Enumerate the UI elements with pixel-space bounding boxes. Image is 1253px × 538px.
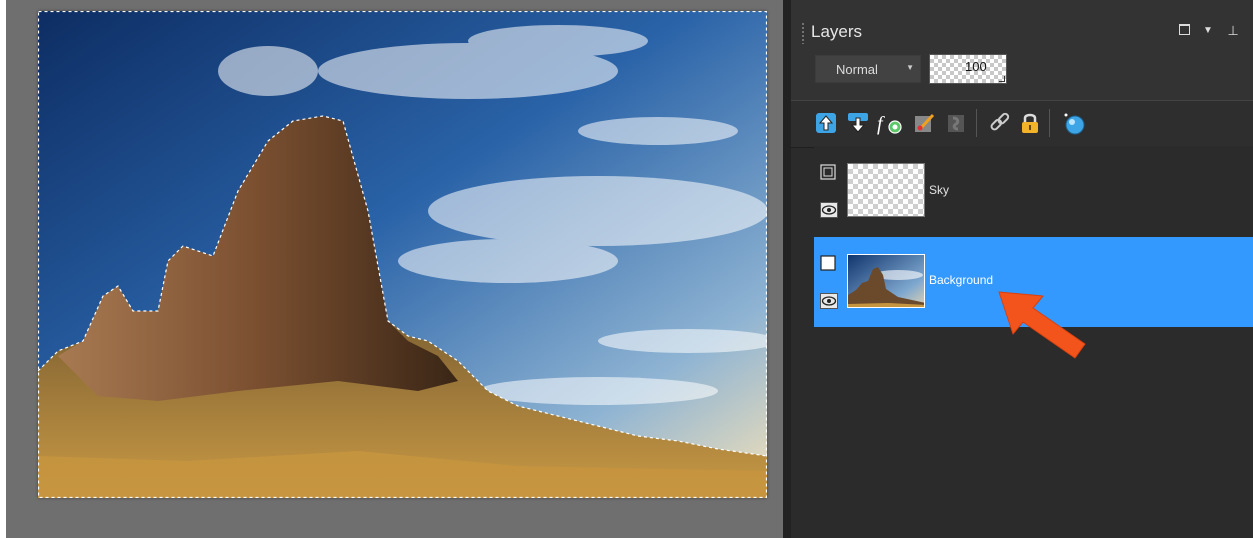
layer-name-sky: Sky	[929, 183, 950, 197]
eye-icon	[821, 296, 837, 306]
move-layer-up-icon[interactable]	[813, 110, 839, 136]
chevron-down-icon: ▼	[906, 63, 914, 72]
layer-name-background: Background	[929, 273, 994, 287]
canvas-workspace	[6, 0, 783, 538]
background-thumbnail-image	[848, 255, 924, 307]
create-clone-icon[interactable]	[1061, 110, 1087, 136]
maximize-icon	[1178, 24, 1190, 35]
layer-effects-icon[interactable]: f	[875, 110, 902, 136]
landscape-image	[38, 11, 767, 498]
move-layer-down-icon[interactable]	[845, 110, 871, 136]
toolbar-separator	[1049, 109, 1050, 137]
lock-layer-icon[interactable]	[1017, 110, 1043, 136]
visibility-toggle-sky[interactable]	[820, 202, 838, 218]
link-layer-icon[interactable]	[987, 110, 1013, 136]
opacity-input[interactable]: 100	[929, 54, 1007, 84]
annotation-arrow-icon	[998, 291, 1086, 359]
raster-layer-icon	[820, 164, 836, 180]
panel-grip-handle[interactable]	[801, 22, 805, 44]
layers-panel-header: Layers ▼ ⊥ Normal ▼ 100	[791, 0, 1253, 100]
layer-thumbnail-sky	[847, 163, 925, 217]
mask-icon[interactable]	[943, 110, 969, 136]
blend-mode-dropdown[interactable]: Normal ▼	[815, 55, 921, 83]
layers-toolbar: f	[791, 100, 1253, 148]
layer-thumbnail-background	[847, 254, 925, 308]
svg-text:f: f	[877, 113, 885, 135]
visibility-toggle-background[interactable]	[820, 293, 838, 309]
layers-panel: Layers ▼ ⊥ Normal ▼ 100 f Sky Background	[791, 0, 1253, 538]
eye-icon	[821, 205, 837, 215]
resize-corner-icon	[999, 76, 1005, 82]
layer-list: Sky Background	[791, 146, 1253, 538]
pin-panel-button[interactable]: ⊥	[1226, 24, 1240, 38]
toolbar-separator	[976, 109, 977, 137]
raster-layer-icon	[820, 255, 836, 271]
opacity-value: 100	[965, 59, 987, 74]
maximize-panel-button[interactable]	[1177, 24, 1191, 38]
panel-menu-button[interactable]: ▼	[1201, 24, 1215, 38]
layer-row-sky[interactable]: Sky	[814, 146, 1253, 236]
panel-title: Layers	[811, 22, 863, 41]
panel-divider[interactable]	[783, 0, 791, 538]
image-canvas[interactable]	[38, 11, 767, 498]
edit-mask-icon[interactable]	[911, 110, 937, 136]
blend-mode-value: Normal	[836, 62, 878, 77]
